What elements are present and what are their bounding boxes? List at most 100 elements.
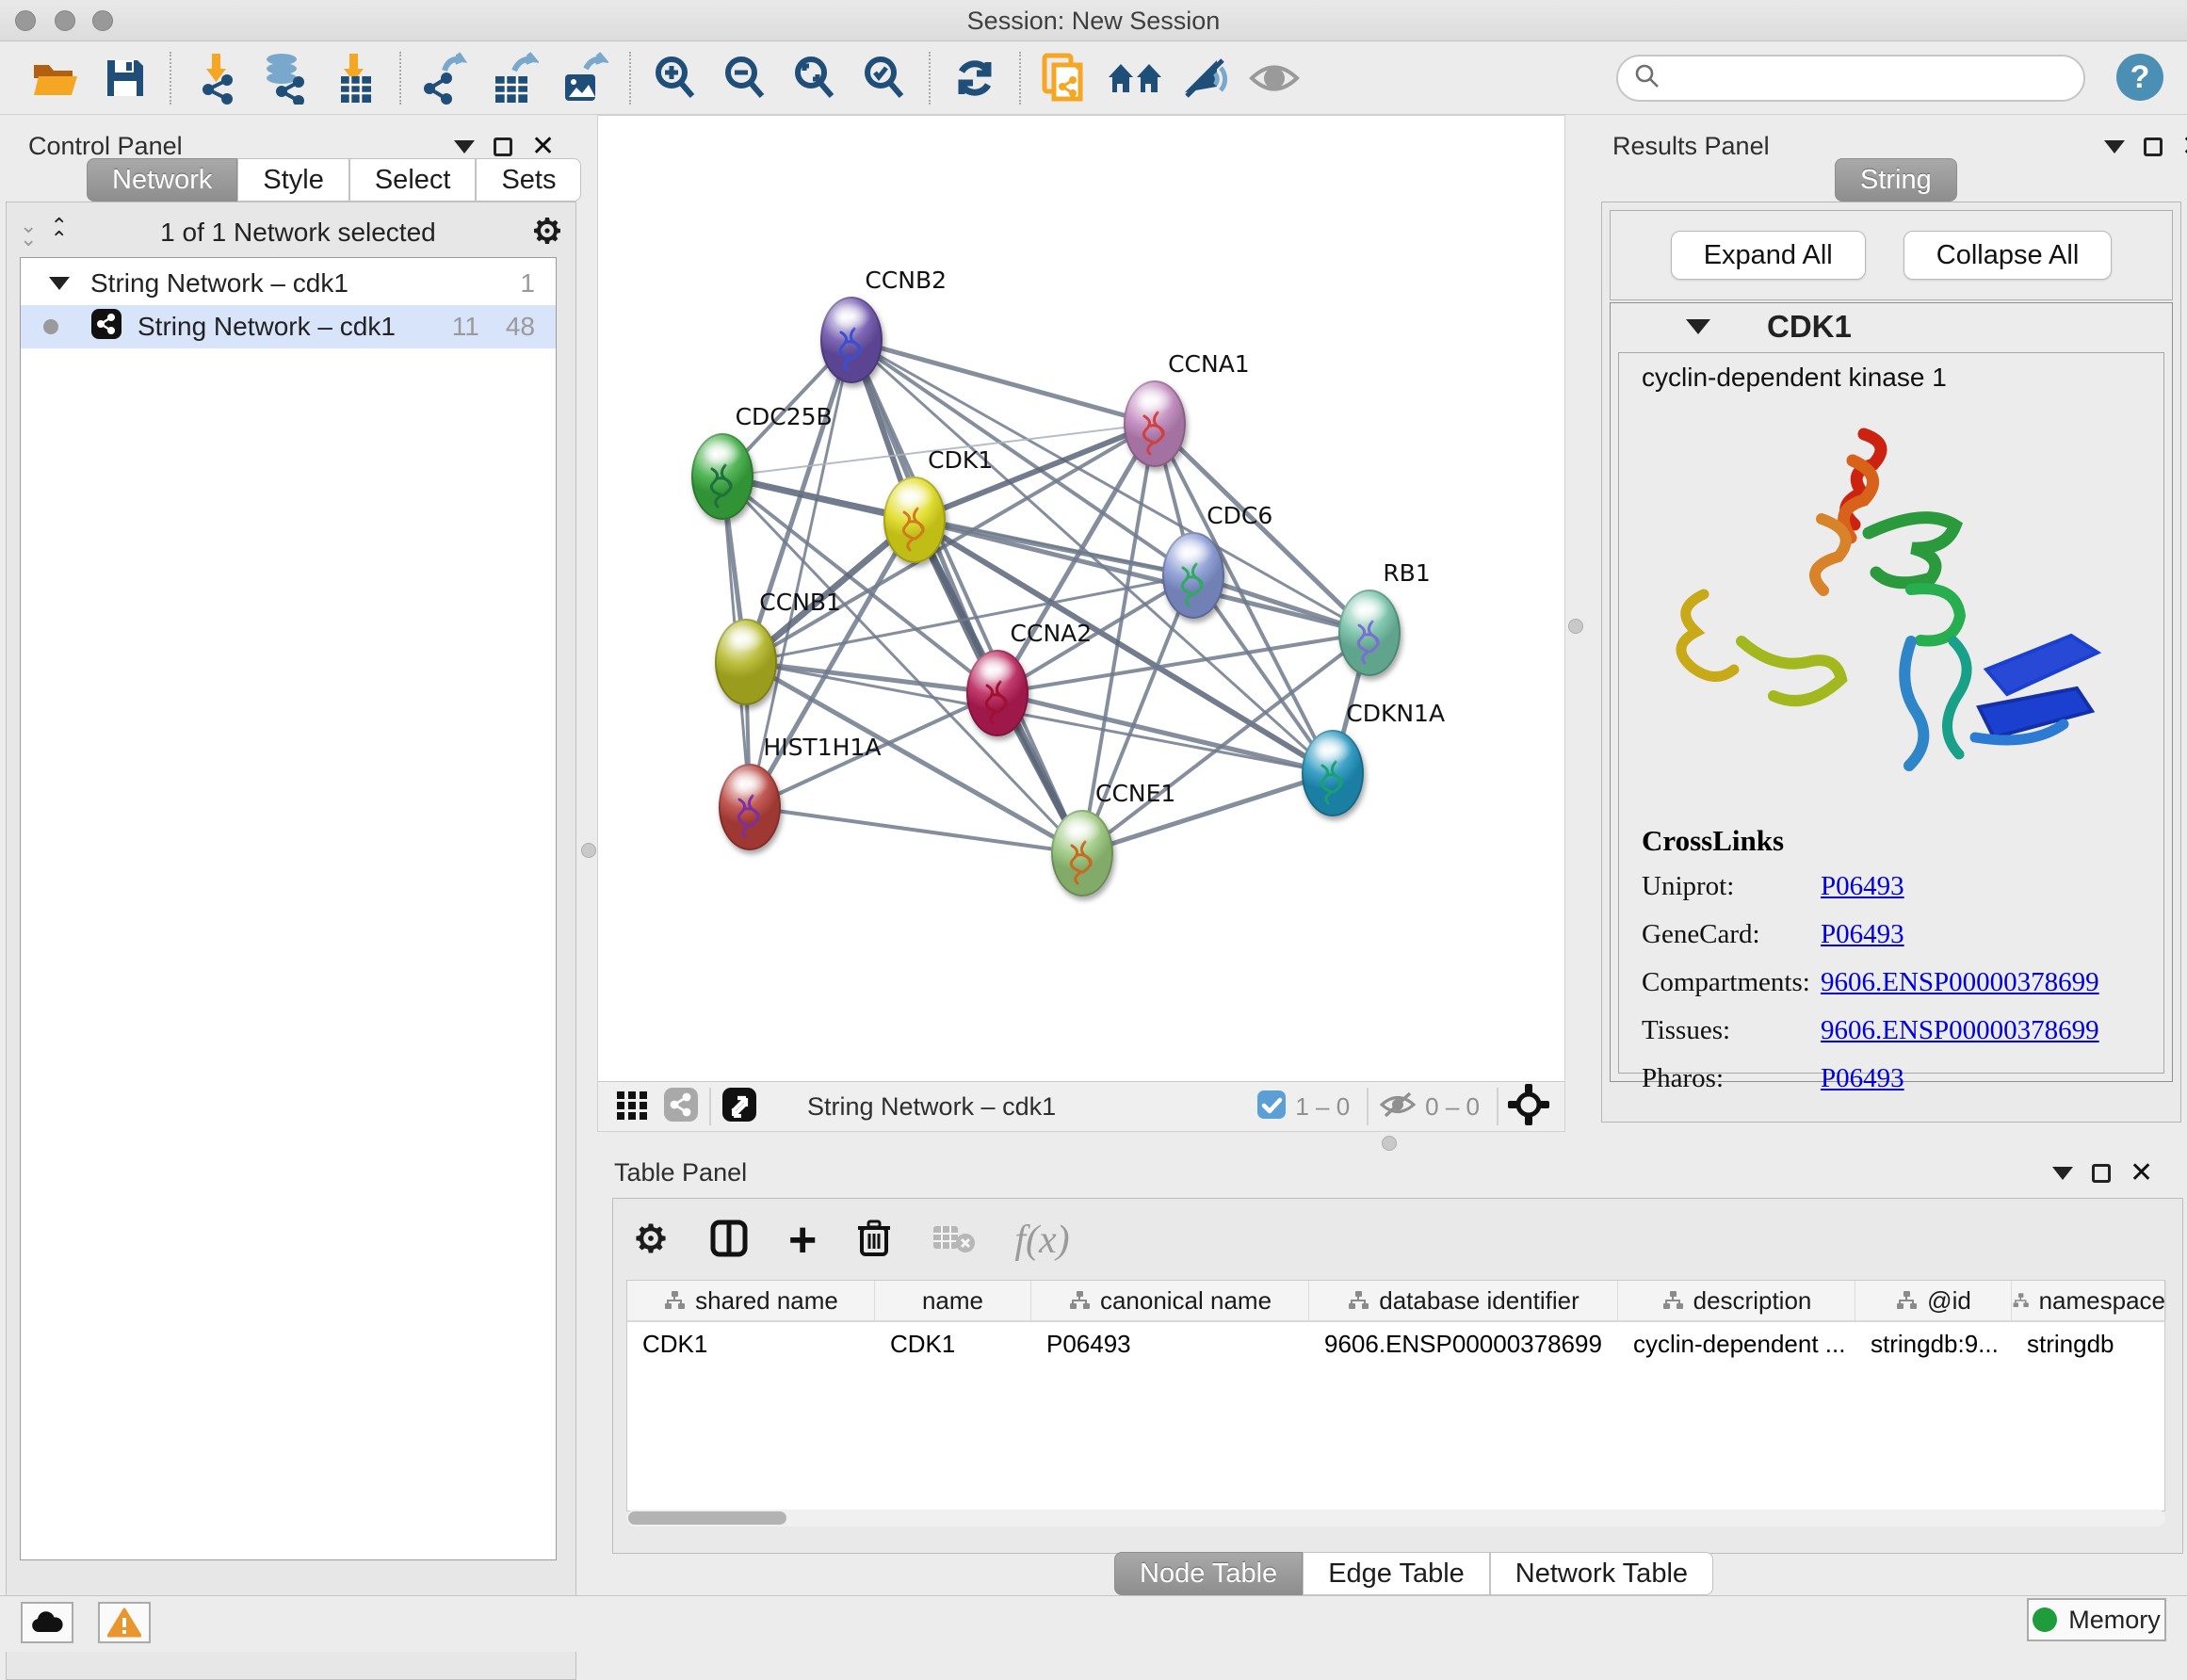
detach-view-icon[interactable] [721,1086,758,1128]
node-label-ccnb2: CCNB2 [865,267,947,294]
cloud-status-button[interactable] [21,1602,73,1643]
crosslink-link[interactable]: P06493 [1821,1063,1904,1094]
maximize-panel-icon[interactable] [494,137,512,156]
network-options-gear-icon[interactable] [530,214,564,252]
network-collection-row[interactable]: String Network – cdk1 1 [21,262,556,305]
help-icon[interactable]: ? [2116,54,2163,101]
right-splitter-handle[interactable] [1568,619,1583,634]
table-cell[interactable]: CDK1 [627,1322,875,1365]
protein-node-cdk1[interactable] [883,477,946,563]
tab-select[interactable]: Select [349,158,477,202]
memory-button[interactable]: Memory [2027,1598,2166,1641]
import-database-icon[interactable] [256,49,315,107]
export-table-icon[interactable] [486,49,544,107]
network-canvas[interactable]: CCNB2CCNA1CDC25BCDK1CDC6RB1CCNB1CCNA2CDK… [598,116,1564,1082]
tree-expand-icon[interactable] [49,277,70,290]
column-header-shared-name[interactable]: shared name [627,1281,875,1320]
tab-edge-table[interactable]: Edge Table [1303,1552,1490,1595]
collapse-all-button[interactable]: Collapse All [1904,231,2113,280]
column-header-namespace[interactable]: namespace [2012,1281,2166,1320]
add-column-icon[interactable]: + [788,1221,817,1259]
crosslink-link[interactable]: 9606.ENSP00000378699 [1821,1015,2099,1046]
protein-node-ccna1[interactable] [1124,380,1186,467]
import-table-icon[interactable] [326,49,384,107]
crosslink-link[interactable]: 9606.ENSP00000378699 [1821,967,2099,998]
save-icon[interactable] [96,49,154,107]
table-cell[interactable]: stringdb:9... [1855,1322,2012,1365]
open-folder-icon[interactable] [26,49,85,107]
float-table-icon[interactable] [2052,1167,2073,1180]
column-header-database-identifier[interactable]: database identifier [1309,1281,1618,1320]
float-results-icon[interactable] [2104,140,2125,153]
protein-node-ccne1[interactable] [1051,810,1113,897]
close-table-icon[interactable]: ✕ [2130,1164,2153,1183]
node-label-hist1h1a: HIST1H1A [763,734,881,761]
import-network-icon[interactable] [186,49,245,107]
delete-column-icon[interactable] [856,1219,892,1263]
export-image-icon[interactable] [556,49,614,107]
float-panel-icon[interactable] [454,140,475,153]
protein-node-ccnb2[interactable] [820,297,883,383]
protein-node-cdkn1a[interactable] [1302,730,1364,816]
close-results-icon[interactable]: ✕ [2181,137,2187,156]
table-settings-gear-icon[interactable] [632,1220,670,1262]
crosslink-link[interactable]: P06493 [1821,871,1904,902]
maximize-table-icon[interactable] [2092,1164,2111,1183]
table-cell[interactable]: cyclin-dependent ... [1618,1322,1855,1365]
column-header--id[interactable]: @id [1855,1281,2012,1320]
share-view-icon[interactable] [662,1086,700,1128]
fit-content-crosshair-icon[interactable] [1508,1084,1549,1130]
table-hscrollbar[interactable] [626,1510,2165,1527]
export-network-icon[interactable] [416,49,475,107]
protein-node-cdc6[interactable] [1162,532,1224,619]
tab-sets[interactable]: Sets [476,158,581,202]
table-cell[interactable]: stringdb [2012,1322,2166,1365]
table-cell[interactable]: P06493 [1031,1322,1309,1365]
tab-string[interactable]: String [1835,158,1957,202]
bottom-splitter-handle[interactable] [1382,1136,1397,1151]
expand-all-button[interactable]: Expand All [1671,231,1866,280]
column-header-description[interactable]: description [1618,1281,1855,1320]
zoom-out-icon[interactable] [716,49,774,107]
maximize-results-icon[interactable] [2144,137,2163,156]
hide-graphics-icon[interactable] [1175,49,1234,107]
crosslink-link[interactable]: P06493 [1821,919,1904,950]
table-cell[interactable]: 9606.ENSP00000378699 [1309,1322,1618,1365]
node-table[interactable]: shared namenamecanonical namedatabase id… [626,1280,2165,1511]
search-box[interactable] [1616,55,2085,102]
left-splitter-handle[interactable] [581,843,596,858]
warning-status-button[interactable] [98,1602,151,1643]
close-panel-icon[interactable]: ✕ [531,137,555,156]
zoom-in-icon[interactable] [646,49,705,107]
protein-node-rb1[interactable] [1338,590,1401,676]
tab-network-table[interactable]: Network Table [1490,1552,1713,1595]
memory-status-dot-icon [2033,1607,2057,1632]
table-cell[interactable]: CDK1 [875,1322,1031,1365]
protein-node-ccna2[interactable] [966,650,1029,736]
grid-view-icon[interactable] [615,1088,649,1126]
network-row-selected[interactable]: String Network – cdk1 11 48 [21,305,556,348]
tab-node-table[interactable]: Node Table [1114,1552,1303,1595]
search-input[interactable] [1671,59,2083,97]
show-columns-icon[interactable] [709,1219,749,1263]
selected-checkbox-icon[interactable] [1256,1089,1288,1125]
protein-node-cdc25b[interactable] [691,433,753,520]
protein-node-hist1h1a[interactable] [719,764,781,850]
column-header-name[interactable]: name [875,1281,1031,1320]
hidden-eye-icon[interactable] [1378,1089,1418,1125]
expand-all-networks-icon[interactable]: ⌃⌃ [50,219,65,246]
column-header-canonical-name[interactable]: canonical name [1031,1281,1309,1320]
protein-node-ccnb1[interactable] [715,619,777,705]
collapse-gene-icon[interactable] [1686,319,1710,334]
clone-network-icon[interactable] [1036,49,1094,107]
zoom-selected-icon[interactable] [855,49,914,107]
table-row[interactable]: CDK1CDK1P064939606.ENSP00000378699cyclin… [627,1322,2164,1365]
collapse-all-networks-icon[interactable]: ⌄⌄ [20,219,35,246]
tab-style[interactable]: Style [237,158,348,202]
tab-network[interactable]: Network [87,158,237,202]
warning-icon [107,1607,141,1638]
refresh-icon[interactable] [946,49,1004,107]
home-pair-icon[interactable] [1106,49,1164,107]
zoom-fit-icon[interactable] [786,49,844,107]
crosslinks-title: CrossLinks [1642,824,2150,858]
